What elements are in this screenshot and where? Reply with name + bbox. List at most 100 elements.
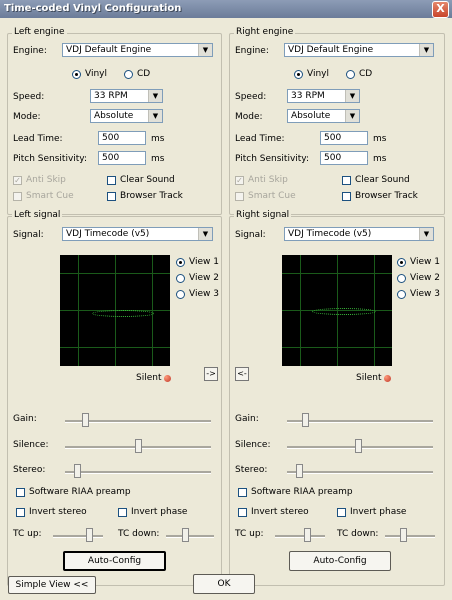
left-tc-up-label: TC up: xyxy=(13,529,42,539)
left-view-1-radio[interactable] xyxy=(176,258,185,267)
right-anti-skip-checkbox[interactable]: ✓ xyxy=(235,176,244,185)
window-title: Time-coded Vinyl Configuration xyxy=(4,3,182,14)
right-clear-sound-label: Clear Sound xyxy=(355,175,410,185)
right-cd-label: CD xyxy=(359,69,373,79)
right-silence-slider[interactable] xyxy=(355,439,362,453)
right-view-1-label: View 1 xyxy=(410,257,440,267)
left-tc-up-slider[interactable] xyxy=(86,528,93,542)
left-silent-label: Silent xyxy=(136,373,162,383)
right-pitch-input[interactable]: 500 xyxy=(320,151,368,165)
left-browser-track-checkbox[interactable] xyxy=(107,192,116,201)
left-anti-skip-label: Anti Skip xyxy=(26,175,66,185)
right-view-1-radio[interactable] xyxy=(397,258,406,267)
right-smart-cue-checkbox[interactable] xyxy=(235,192,244,201)
left-tc-down-track xyxy=(166,535,214,538)
left-cd-label: CD xyxy=(137,69,151,79)
left-view-3-label: View 3 xyxy=(189,289,219,299)
left-silent-led-icon xyxy=(164,375,171,382)
right-invert-phase-checkbox[interactable] xyxy=(337,508,346,517)
right-stereo-slider[interactable] xyxy=(296,464,303,478)
left-pitch-unit: ms xyxy=(151,154,165,164)
left-view-2-radio[interactable] xyxy=(176,274,185,283)
right-view-3-radio[interactable] xyxy=(397,290,406,299)
ok-button[interactable]: OK xyxy=(193,574,255,594)
left-engine-label: Engine: xyxy=(13,46,47,56)
dialog-body: Left engine Engine: VDJ Default Engine ▼… xyxy=(0,18,452,600)
chevron-down-icon: ▼ xyxy=(148,90,162,102)
right-silence-label: Silence: xyxy=(235,440,271,450)
right-engine-select[interactable]: VDJ Default Engine ▼ xyxy=(284,43,434,57)
right-signal-value: VDJ Timecode (v5) xyxy=(288,229,372,239)
left-silence-label: Silence: xyxy=(13,440,49,450)
right-lead-time-input[interactable]: 500 xyxy=(320,131,368,145)
left-gain-label: Gain: xyxy=(13,414,37,424)
right-view-3-label: View 3 xyxy=(410,289,440,299)
left-copy-right-button[interactable]: -> xyxy=(204,367,218,381)
left-silence-slider[interactable] xyxy=(135,439,142,453)
left-invert-stereo-checkbox[interactable] xyxy=(16,508,25,517)
chevron-down-icon: ▼ xyxy=(419,44,433,56)
right-tc-up-track xyxy=(275,535,325,538)
left-riaa-checkbox[interactable] xyxy=(16,488,25,497)
left-stereo-slider[interactable] xyxy=(74,464,81,478)
right-invert-stereo-checkbox[interactable] xyxy=(238,508,247,517)
close-button[interactable]: X xyxy=(432,1,449,18)
left-cd-radio[interactable] xyxy=(124,70,133,79)
left-engine-select[interactable]: VDJ Default Engine ▼ xyxy=(62,43,213,57)
left-signal-select[interactable]: VDJ Timecode (v5) ▼ xyxy=(62,227,213,241)
left-signal-value: VDJ Timecode (v5) xyxy=(66,229,150,239)
right-speed-select[interactable]: 33 RPM ▼ xyxy=(287,89,360,103)
chevron-down-icon: ▼ xyxy=(345,110,359,122)
left-mode-value: Absolute xyxy=(94,111,134,121)
left-smart-cue-label: Smart Cue xyxy=(26,191,74,201)
chevron-down-icon: ▼ xyxy=(148,110,162,122)
left-vinyl-label: Vinyl xyxy=(85,69,107,79)
left-smart-cue-checkbox[interactable] xyxy=(13,192,22,201)
left-gain-slider[interactable] xyxy=(82,413,89,427)
right-view-2-radio[interactable] xyxy=(397,274,406,283)
right-browser-track-checkbox[interactable] xyxy=(342,192,351,201)
left-lead-time-label: Lead Time: xyxy=(13,134,63,144)
left-anti-skip-checkbox[interactable]: ✓ xyxy=(13,176,22,185)
left-engine-group-label: Left engine xyxy=(12,27,67,37)
left-pitch-input[interactable]: 500 xyxy=(98,151,146,165)
right-tc-up-slider[interactable] xyxy=(304,528,311,542)
left-speed-select[interactable]: 33 RPM ▼ xyxy=(90,89,163,103)
right-copy-left-button[interactable]: <- xyxy=(235,367,249,381)
left-engine-group: Left engine Engine: VDJ Default Engine ▼… xyxy=(7,27,222,215)
left-invert-stereo-label: Invert stereo xyxy=(29,507,87,517)
right-vinyl-radio[interactable] xyxy=(294,70,303,79)
simple-view-button[interactable]: Simple View << xyxy=(8,576,96,594)
left-invert-phase-checkbox[interactable] xyxy=(118,508,127,517)
left-vinyl-radio[interactable] xyxy=(72,70,81,79)
right-clear-sound-checkbox[interactable] xyxy=(342,176,351,185)
left-auto-config-button[interactable]: Auto-Config xyxy=(63,551,166,571)
left-view-1-label: View 1 xyxy=(189,257,219,267)
right-gain-slider[interactable] xyxy=(302,413,309,427)
right-pitch-label: Pitch Sensitivity: xyxy=(235,154,310,164)
right-mode-label: Mode: xyxy=(235,112,263,122)
right-engine-select-value: VDJ Default Engine xyxy=(288,45,374,55)
left-view-3-radio[interactable] xyxy=(176,290,185,299)
right-mode-value: Absolute xyxy=(291,111,331,121)
left-invert-phase-label: Invert phase xyxy=(131,507,188,517)
left-lead-time-input[interactable]: 500 xyxy=(98,131,146,145)
right-browser-track-label: Browser Track xyxy=(355,191,418,201)
right-stereo-track xyxy=(287,471,433,474)
left-clear-sound-checkbox[interactable] xyxy=(107,176,116,185)
right-riaa-checkbox[interactable] xyxy=(238,488,247,497)
left-signal-group-label: Left signal xyxy=(12,210,63,220)
right-riaa-label: Software RIAA preamp xyxy=(251,487,353,497)
left-tc-down-slider[interactable] xyxy=(182,528,189,542)
right-speed-label: Speed: xyxy=(235,92,267,102)
right-signal-group-label: Right signal xyxy=(234,210,292,220)
right-mode-select[interactable]: Absolute ▼ xyxy=(287,109,360,123)
right-tc-down-slider[interactable] xyxy=(400,528,407,542)
left-mode-select[interactable]: Absolute ▼ xyxy=(90,109,163,123)
right-timecode-scope xyxy=(282,255,392,366)
right-auto-config-button[interactable]: Auto-Config xyxy=(289,551,391,571)
right-silent-label: Silent xyxy=(356,373,382,383)
right-cd-radio[interactable] xyxy=(346,70,355,79)
right-signal-select[interactable]: VDJ Timecode (v5) ▼ xyxy=(284,227,434,241)
left-speed-value: 33 RPM xyxy=(94,91,128,101)
